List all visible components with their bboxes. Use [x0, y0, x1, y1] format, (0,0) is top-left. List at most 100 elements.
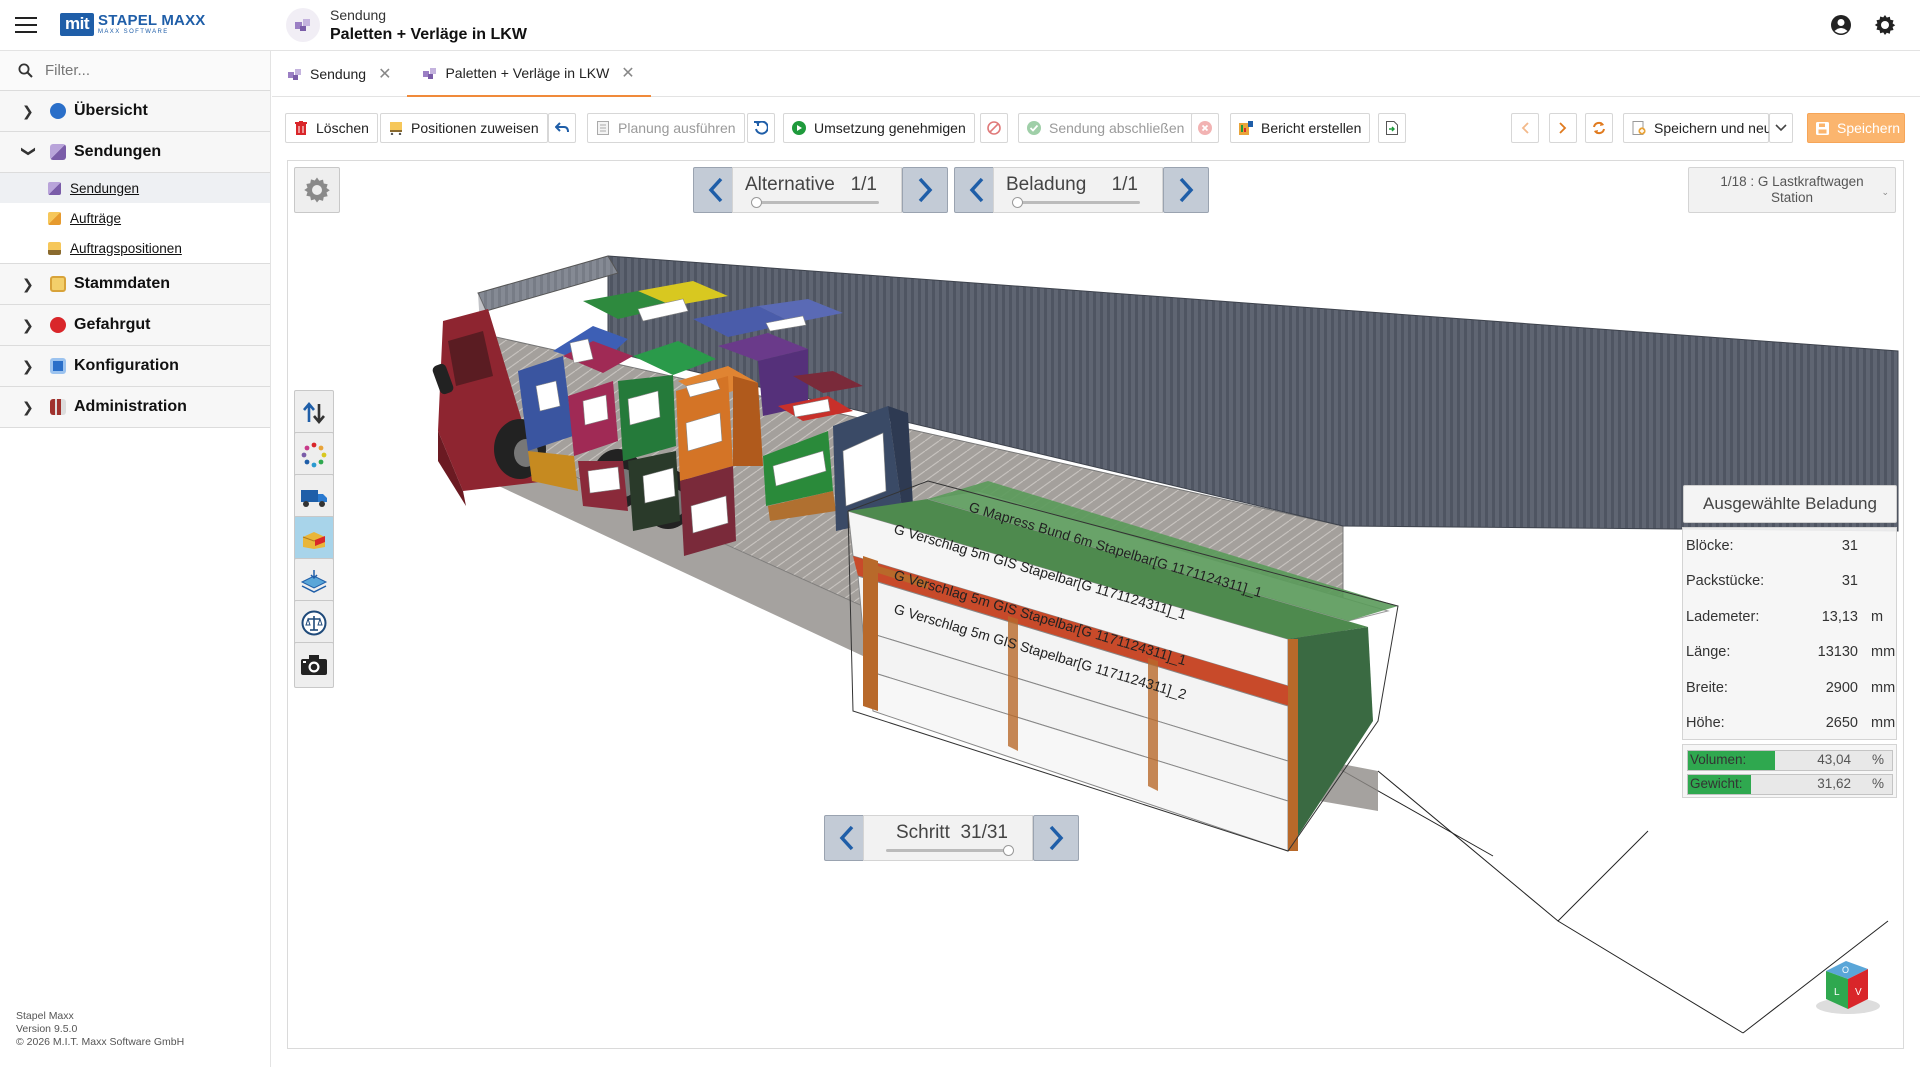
stat-row: Packstücke: 31: [1686, 573, 1858, 590]
sidebar-subitem-auftraege[interactable]: Aufträge: [0, 203, 270, 233]
layers-icon: [300, 570, 328, 593]
sidebar-subitem-label: Aufträge: [70, 210, 122, 226]
next-record-button[interactable]: [1549, 113, 1577, 143]
svg-text:L: L: [1834, 987, 1840, 998]
loading-slider[interactable]: [1012, 197, 1140, 208]
tab-label: Paletten + Verläge in LKW: [445, 65, 610, 81]
filter-bar: [0, 51, 270, 91]
loading-next-button[interactable]: [1163, 167, 1209, 213]
file-export-icon: [1385, 121, 1399, 135]
menu-icon[interactable]: [12, 12, 40, 38]
reopen-shipment-button[interactable]: [1191, 113, 1219, 143]
master-data-icon: [50, 276, 66, 292]
alternative-slider[interactable]: [751, 197, 879, 208]
chevron-left-icon: [839, 825, 854, 851]
save-button[interactable]: Speichern: [1807, 113, 1905, 143]
tab-sendung[interactable]: Sendung ✕: [272, 51, 407, 97]
viewer-settings-button[interactable]: [294, 167, 340, 213]
previous-record-button[interactable]: [1511, 113, 1539, 143]
truck-3d-scene[interactable]: G Mapress Bund 6m Stapelbar[G 1171124311…: [288, 161, 1904, 1049]
assign-positions-button[interactable]: Positionen zuweisen: [380, 113, 548, 143]
step-next-button[interactable]: [1033, 815, 1079, 861]
truck-view-tool[interactable]: [294, 474, 334, 520]
play-icon: [792, 121, 806, 135]
loading-counter: Beladung 1/1: [993, 167, 1163, 213]
logo-mark: mit: [60, 12, 94, 36]
undo-arrow-icon: [555, 121, 569, 135]
layer-view-tool[interactable]: [294, 558, 334, 604]
toolbar: Löschen Positionen zuweisen Planung ausf…: [285, 113, 1905, 143]
reset-icon: [754, 121, 768, 135]
run-planning-button[interactable]: Planung ausführen: [587, 113, 745, 143]
chevron-right-icon: ❯: [22, 316, 34, 333]
close-icon[interactable]: ✕: [378, 64, 391, 84]
gear-icon: [304, 177, 330, 203]
save-and-new-button[interactable]: Speichern und neu: [1623, 113, 1772, 143]
package-view-tool[interactable]: [294, 516, 334, 562]
3d-loading-viewer[interactable]: G Mapress Bund 6m Stapelbar[G 1171124311…: [287, 160, 1904, 1049]
check-circle-icon: [1027, 121, 1041, 135]
color-mode-tool[interactable]: [294, 432, 334, 478]
export-button[interactable]: [1378, 113, 1406, 143]
chevron-down-icon: ⌄: [1881, 187, 1889, 197]
delete-button[interactable]: Löschen: [285, 113, 378, 143]
app-logo[interactable]: mit STAPEL MAXX MAXX SOFTWARE: [60, 11, 206, 37]
sidebar-item-gefahrgut[interactable]: ❯ Gefahrgut: [0, 305, 270, 346]
cancel-approval-button[interactable]: [980, 113, 1008, 143]
approve-implementation-button[interactable]: Umsetzung genehmigen: [783, 113, 975, 143]
gear-icon[interactable]: [1873, 13, 1897, 37]
stat-row: Lademeter: 13,13 m: [1686, 608, 1884, 625]
svg-text:O: O: [1842, 965, 1849, 975]
sidebar-subitem-auftragspositionen[interactable]: Auftragspositionen: [0, 233, 270, 263]
sidebar-subitem-label: Auftragspositionen: [70, 240, 182, 256]
chevron-right-icon: ❯: [22, 275, 34, 292]
filter-input[interactable]: [45, 62, 245, 79]
sort-order-tool[interactable]: [294, 390, 334, 436]
screenshot-tool[interactable]: [294, 642, 334, 688]
reset-button[interactable]: [747, 113, 775, 143]
cancel-icon: [987, 121, 1001, 135]
save-options-dropdown[interactable]: [1769, 113, 1793, 143]
orientation-cube-icon[interactable]: O L V: [1812, 951, 1882, 1021]
shipment-icon: [423, 67, 437, 79]
undo-button[interactable]: [548, 113, 576, 143]
sidebar-item-label: Konfiguration: [74, 357, 179, 374]
order-positions-icon: [48, 241, 61, 255]
sidebar-item-sendungen[interactable]: ❯ Sendungen: [0, 132, 270, 173]
sidebar-item-stammdaten[interactable]: ❯ Stammdaten: [0, 264, 270, 305]
refresh-button[interactable]: [1585, 113, 1613, 143]
sidebar-item-administration[interactable]: ❯ Administration: [0, 387, 270, 428]
chevron-right-icon: [918, 177, 933, 203]
chevron-left-icon: [708, 177, 723, 203]
sidebar-item-uebersicht[interactable]: ❯ Übersicht: [0, 91, 270, 132]
complete-shipment-button[interactable]: Sendung abschließen: [1018, 113, 1194, 143]
svg-text:V: V: [1855, 987, 1862, 998]
weight-balance-tool[interactable]: [294, 600, 334, 646]
chevron-right-icon: [1179, 177, 1194, 203]
chevron-down-icon: ❯: [21, 145, 38, 157]
sidebar-item-konfiguration[interactable]: ❯ Konfiguration: [0, 346, 270, 387]
globe-icon: [50, 103, 66, 119]
camera-icon: [301, 655, 327, 675]
color-dots-icon: [301, 442, 327, 468]
step-slider[interactable]: [886, 845, 1014, 856]
alternative-next-button[interactable]: [902, 167, 948, 213]
station-select[interactable]: 1/18 : G Lastkraftwagen Station ⌄: [1688, 167, 1896, 213]
create-report-button[interactable]: Bericht erstellen: [1230, 113, 1371, 143]
scale-icon: [301, 610, 327, 636]
step-counter: Schritt 31/31: [863, 815, 1033, 861]
stat-row: Blöcke: 31: [1686, 537, 1858, 554]
sidebar-item-label: Stammdaten: [74, 275, 171, 292]
trash-icon: [294, 121, 308, 135]
report-icon: [1239, 121, 1253, 135]
stat-row: Höhe: 2650 mm: [1686, 715, 1896, 732]
chevron-left-icon: [1518, 121, 1532, 135]
user-icon[interactable]: [1830, 14, 1852, 36]
page-title: Paletten + Verläge in LKW: [330, 26, 527, 43]
close-icon[interactable]: ✕: [621, 63, 634, 83]
step-slider-knob[interactable]: [1003, 845, 1014, 856]
selected-loading-header[interactable]: Ausgewählte Beladung: [1683, 485, 1897, 523]
chevron-right-icon: [1556, 121, 1570, 135]
tab-paletten-verlaege[interactable]: Paletten + Verläge in LKW ✕: [407, 51, 651, 97]
sidebar-subitem-sendungen[interactable]: Sendungen: [0, 173, 270, 203]
